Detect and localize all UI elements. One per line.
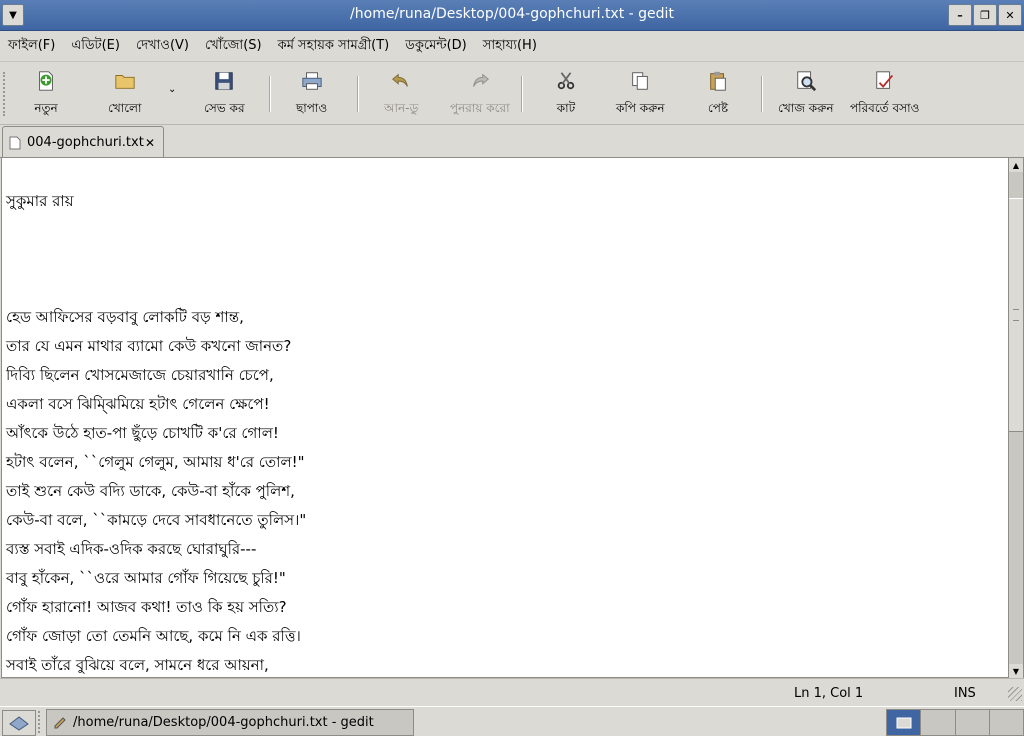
text-line (6, 216, 306, 245)
text-editor[interactable]: সুকুমার রায় হেড আফিসের বড়বাবু লোকটি বড়… (1, 157, 1009, 678)
menu-file[interactable]: ফাইল(F) (0, 36, 63, 57)
cursor-position: Ln 1, Col 1 (794, 686, 864, 701)
save-button[interactable]: সেভ কর (204, 68, 245, 120)
text-line: গোঁফ জোড়া তো তেমনি আছে, কমে নি এক রত্তি… (6, 627, 301, 645)
editor-lines: সুকুমার রায় হেড আফিসের বড়বাবু লোকটি বড়… (6, 158, 307, 677)
chevron-down-icon: ⌄ (168, 84, 177, 95)
menubar: ফাইল(F) এডিট(E) দেখাও(V) খোঁজো(S) কর্ম স… (0, 31, 1024, 62)
find-button[interactable]: খোজ করুন (778, 68, 834, 120)
close-tab-icon[interactable]: ✕ (145, 136, 155, 150)
menu-view[interactable]: দেখাও(V) (128, 36, 197, 57)
search-icon (797, 71, 816, 92)
tab-label: 004-gophchuri.txt (27, 135, 144, 150)
toolbar-separator (761, 76, 762, 112)
text-line: দিব্যি ছিলেন খোসমেজাজে চেয়ারখানি চেপে, (6, 366, 274, 384)
taskbar-handle[interactable] (38, 711, 44, 733)
text-line: আঁৎকে উঠে হাত-পা ছুঁড়ে চোখটি ক'রে গোল! (6, 424, 279, 442)
new-button[interactable]: নতুন (34, 68, 58, 120)
minimize-icon: – (957, 8, 963, 22)
scroll-up-icon[interactable]: ▲ (1009, 158, 1023, 172)
save-icon (215, 72, 233, 90)
taskbar-window-button[interactable]: /home/runa/Desktop/004-gophchuri.txt - g… (46, 709, 414, 736)
maximize-button[interactable]: ❐ (973, 4, 997, 26)
menu-tools[interactable]: কর্ম সহায়ক সামগ্রী(T) (270, 36, 398, 57)
toolbar-separator (269, 76, 270, 112)
workspace-2[interactable] (921, 710, 956, 735)
redo-icon (472, 73, 489, 87)
workspace-pager[interactable] (886, 709, 1024, 736)
insert-mode: INS (954, 686, 976, 701)
window-titlebar: ▼ /home/runa/Desktop/004-gophchuri.txt -… (0, 0, 1024, 31)
gedit-icon (54, 716, 66, 728)
text-line: বাবু হাঁকেন, ``ওরে আমার গোঁফ গিয়েছে চুর… (6, 569, 286, 587)
close-window-button[interactable]: ✕ (998, 4, 1022, 26)
text-line: তার যে এমন মাথার ব্যামো কেউ কখনো জানত? (6, 337, 292, 355)
launcher-icon (9, 716, 29, 731)
taskbar-window-title: /home/runa/Desktop/004-gophchuri.txt - g… (73, 715, 374, 730)
new-document-icon (39, 71, 53, 91)
redo-button[interactable]: পুনরায় করো (450, 68, 510, 120)
window-title: /home/runa/Desktop/004-gophchuri.txt - g… (350, 6, 674, 22)
text-line (6, 158, 306, 187)
document-tabs: 004-gophchuri.txt ✕ (0, 125, 1024, 158)
toolbar: নতুন খোলো ⌄ সেভ কর ছাপাও আন-ডু পুনরায় ক… (0, 62, 1024, 125)
toolbar-separator (521, 76, 522, 112)
replace-icon (875, 71, 893, 89)
scissors-icon (557, 72, 575, 90)
text-line: হেড আফিসের বড়বাবু লোকটি বড় শান্ত, (6, 308, 244, 326)
workspace-4[interactable] (989, 710, 1023, 735)
toolbar-separator (357, 76, 358, 112)
toolbar-grip[interactable] (3, 72, 9, 116)
tab-document[interactable]: 004-gophchuri.txt ✕ (2, 126, 164, 158)
scroll-down-icon[interactable]: ▼ (1009, 664, 1023, 678)
taskbar: /home/runa/Desktop/004-gophchuri.txt - g… (0, 706, 1024, 736)
text-line: সুকুমার রায় (6, 192, 74, 210)
scrollbar-thumb[interactable] (1009, 198, 1023, 432)
folder-icon (115, 75, 135, 89)
paste-button[interactable]: পেষ্ট (706, 68, 730, 120)
statusbar: Ln 1, Col 1 INS (0, 678, 1024, 707)
copy-icon (632, 72, 649, 90)
text-line: কেউ-বা বলে, ``কামড়ে দেবে সাবধানেতে তুলি… (6, 511, 307, 529)
text-line: একলা বসে ঝিম্ঝিমিয়ে হটাৎ গেলেন ক্ষেপে! (6, 395, 270, 413)
minimize-button[interactable]: – (948, 4, 972, 26)
text-line: তাই শুনে কেউ বদ্যি ডাকে, কেউ-বা হাঁকে পু… (6, 482, 295, 500)
open-recent-dropdown[interactable]: ⌄ (168, 84, 176, 95)
text-line (6, 274, 306, 303)
text-line: গোঁফ হারানো! আজব কথা! তাও কি হয় সত্যি? (6, 598, 287, 616)
workspace-3[interactable] (955, 710, 990, 735)
menu-help[interactable]: সাহায্য(H) (475, 36, 545, 57)
document-icon (9, 136, 21, 149)
print-button[interactable]: ছাপাও (296, 68, 327, 120)
cut-button[interactable]: কাট (554, 68, 578, 120)
undo-button[interactable]: আন-ডু (384, 68, 418, 120)
menu-search[interactable]: খোঁজো(S) (197, 36, 270, 57)
copy-button[interactable]: কপি করুন (616, 68, 665, 120)
maximize-icon: ❐ (980, 8, 990, 22)
open-button[interactable]: খোলো (108, 68, 141, 120)
workspace-1[interactable] (887, 710, 922, 735)
paste-icon (710, 71, 726, 91)
vertical-scrollbar[interactable]: ▲ ▼ (1008, 157, 1024, 679)
text-line: ব্যস্ত সবাই এদিক-ওদিক করছে ঘোরাঘুরি--- (6, 540, 257, 558)
close-icon: ✕ (1005, 8, 1015, 22)
printer-icon (301, 72, 322, 90)
menu-documents[interactable]: ডকুমেন্ট(D) (397, 36, 475, 57)
undo-icon (392, 73, 409, 87)
text-line: হটাৎ বলেন, ``গেলুম গেলুম, আমায় ধ'রে তোল… (6, 453, 305, 471)
replace-button[interactable]: পরিবর্তে বসাও (850, 68, 919, 120)
text-line (6, 245, 306, 274)
main-menu-button[interactable] (2, 710, 36, 736)
window-thumbnail-icon (896, 717, 912, 728)
resize-grip[interactable] (1008, 687, 1022, 701)
text-line: সবাই তাঁরে বুঝিয়ে বলে, সামনে ধরে আয়না, (6, 656, 269, 674)
menu-edit[interactable]: এডিট(E) (63, 36, 128, 57)
